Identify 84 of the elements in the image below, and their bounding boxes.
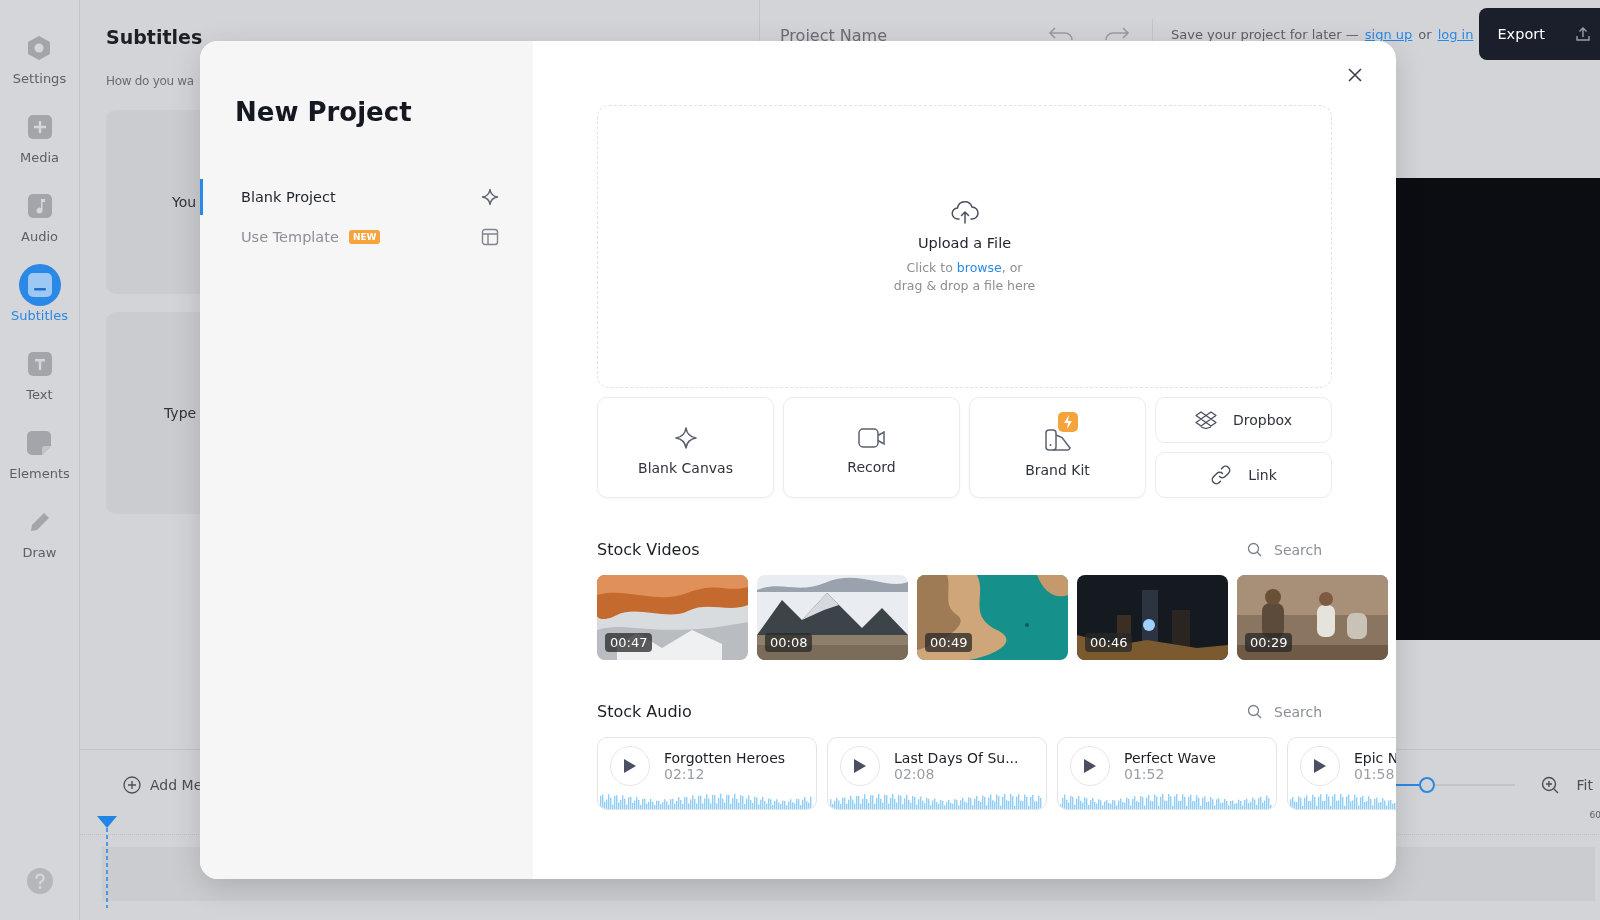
- track-duration: 01:58: [1354, 766, 1396, 783]
- play-icon: [1314, 759, 1326, 773]
- plus-circle-icon: [123, 776, 141, 794]
- track-duration: 02:12: [664, 766, 706, 783]
- search-icon: [1247, 542, 1262, 557]
- video-thumbnail[interactable]: 00:08: [757, 575, 908, 660]
- track-title: Forgotten Heroes: [664, 749, 786, 766]
- duration-badge: 00:47: [605, 633, 653, 652]
- play-icon: [624, 759, 636, 773]
- audio-track-card[interactable]: Perfect Wave 01:52: [1057, 737, 1277, 810]
- link-icon: [1210, 464, 1233, 486]
- duration-badge: 00:29: [1245, 633, 1293, 652]
- source-button[interactable]: Link: [1155, 452, 1332, 498]
- audio-track-card[interactable]: Forgotten Heroes 02:12: [597, 737, 817, 810]
- play-icon: [1084, 759, 1096, 773]
- track-duration: 01:52: [1124, 766, 1166, 783]
- fit-button[interactable]: Fit: [1576, 777, 1593, 793]
- track-title: Perfect Wave: [1124, 749, 1216, 766]
- source-tile[interactable]: Record: [783, 397, 960, 498]
- source-tile[interactable]: Brand Kit: [969, 397, 1146, 498]
- search-field[interactable]: Search: [1247, 702, 1332, 721]
- search-field[interactable]: Search: [1247, 540, 1332, 559]
- duration-badge: 00:08: [765, 633, 813, 652]
- slider-thumb[interactable]: [1419, 777, 1436, 793]
- upload-dropzone[interactable]: Upload a File Click to browse, or drag & drop a file here: [597, 105, 1332, 388]
- layout-icon: [481, 228, 499, 246]
- duration-badge: 00:49: [925, 633, 973, 652]
- project-name-field[interactable]: Project Name: [780, 25, 1040, 45]
- hexagon-icon: [26, 35, 53, 61]
- sparkle-icon: [481, 188, 499, 206]
- audio-track-card[interactable]: Epic N 01:58: [1287, 737, 1396, 810]
- save-notice-joiner: or: [1418, 26, 1432, 42]
- plus-icon: [27, 115, 52, 139]
- playhead-drawing[interactable]: [96, 816, 118, 908]
- duration-badge: 00:46: [1085, 633, 1133, 652]
- rail-tab[interactable]: Settings: [12, 27, 67, 106]
- music-note-icon: [27, 194, 52, 218]
- rail-tab[interactable]: Elements: [9, 422, 70, 501]
- search-icon: [1247, 704, 1262, 719]
- track-duration: 02:08: [894, 766, 936, 783]
- ruler-label: 60: [1589, 810, 1600, 820]
- video-thumbnail[interactable]: 00:49: [917, 575, 1068, 660]
- track-title: Last Days Of Su...: [894, 749, 1019, 766]
- track-title: Epic N: [1354, 749, 1396, 766]
- undo-icon[interactable]: [1048, 26, 1074, 42]
- section-title: Stock Videos: [597, 540, 700, 559]
- video-thumbnail[interactable]: 00:29: [1237, 575, 1388, 660]
- cloud-upload-icon: [950, 200, 979, 225]
- text-icon: [27, 352, 52, 376]
- rail-tab[interactable]: Audio: [18, 185, 61, 264]
- export-button[interactable]: Export: [1479, 8, 1600, 60]
- sticker-icon: [27, 431, 52, 455]
- video-thumbnail[interactable]: 00:46: [1077, 575, 1228, 660]
- play-icon: [854, 759, 866, 773]
- source-tile[interactable]: Blank Canvas: [597, 397, 774, 498]
- save-notice: Save your project for later —: [1171, 26, 1359, 42]
- section-title: Stock Audio: [597, 702, 692, 721]
- option-label: Type: [164, 405, 197, 421]
- upload-hint: drag & drop a file here: [893, 278, 1036, 293]
- rail-tab[interactable]: Text: [18, 343, 61, 422]
- panel-prompt: How do you wa: [106, 74, 194, 88]
- browse-link[interactable]: browse: [956, 259, 1002, 275]
- upload-hint: Click to: [906, 259, 953, 275]
- rail-tab[interactable]: Draw: [18, 501, 61, 580]
- dropbox-icon: [1195, 411, 1217, 429]
- subtitles-icon: [27, 273, 52, 297]
- source-button[interactable]: Dropbox: [1155, 397, 1332, 443]
- redo-icon[interactable]: [1104, 26, 1130, 42]
- upload-hint-separator: , or: [1001, 259, 1023, 275]
- rail-tab[interactable]: Media: [18, 106, 61, 185]
- close-icon[interactable]: [1348, 68, 1362, 82]
- upload-icon: [1574, 26, 1591, 42]
- dialog-title: New Project: [235, 97, 413, 127]
- video-camera-icon: [857, 427, 886, 449]
- upload-title: Upload a File: [917, 234, 1012, 251]
- option-label: You: [172, 194, 197, 210]
- panel-title: Subtitles: [106, 26, 204, 48]
- zoom-in-icon[interactable]: [1540, 776, 1559, 794]
- sparkle-icon: [673, 426, 698, 450]
- video-thumbnail[interactable]: 00:47: [597, 575, 748, 660]
- lightning-badge-icon: [1057, 412, 1078, 432]
- new-badge: NEW: [348, 230, 381, 244]
- audio-track-card[interactable]: Last Days Of Su... 02:08: [827, 737, 1047, 810]
- dialog-nav-item[interactable]: Blank Project: [200, 179, 533, 215]
